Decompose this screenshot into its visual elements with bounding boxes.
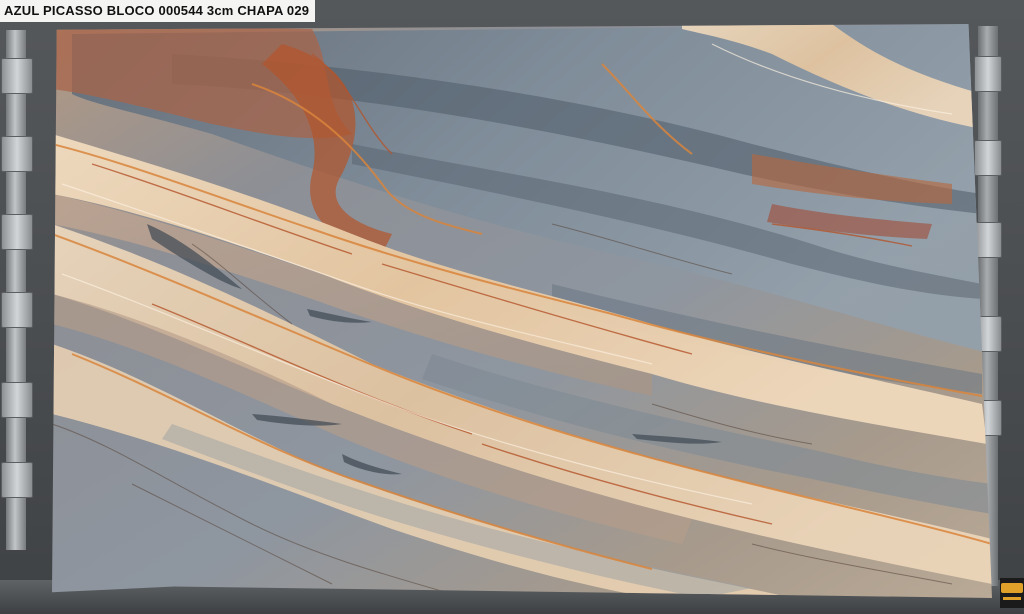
easel-clamp [1, 214, 33, 250]
easel-clamp [1, 292, 33, 328]
easel-clamp [974, 140, 1002, 176]
easel-clamp [1, 136, 33, 172]
easel-clamp [1, 58, 33, 94]
logo-mark [1001, 583, 1023, 593]
easel-clamp [974, 56, 1002, 92]
stone-dealer-logo-icon [1000, 578, 1024, 608]
easel-clamp [974, 222, 1002, 258]
easel-clamp [1, 382, 33, 418]
logo-underline [1003, 597, 1021, 600]
marble-slab [52, 24, 992, 598]
easel-clamp [1, 462, 33, 498]
slab-caption: AZUL PICASSO BLOCO 000544 3cm CHAPA 029 [0, 0, 316, 22]
photo-scene: AZUL PICASSO BLOCO 000544 3cm CHAPA 029 [0, 0, 1024, 614]
